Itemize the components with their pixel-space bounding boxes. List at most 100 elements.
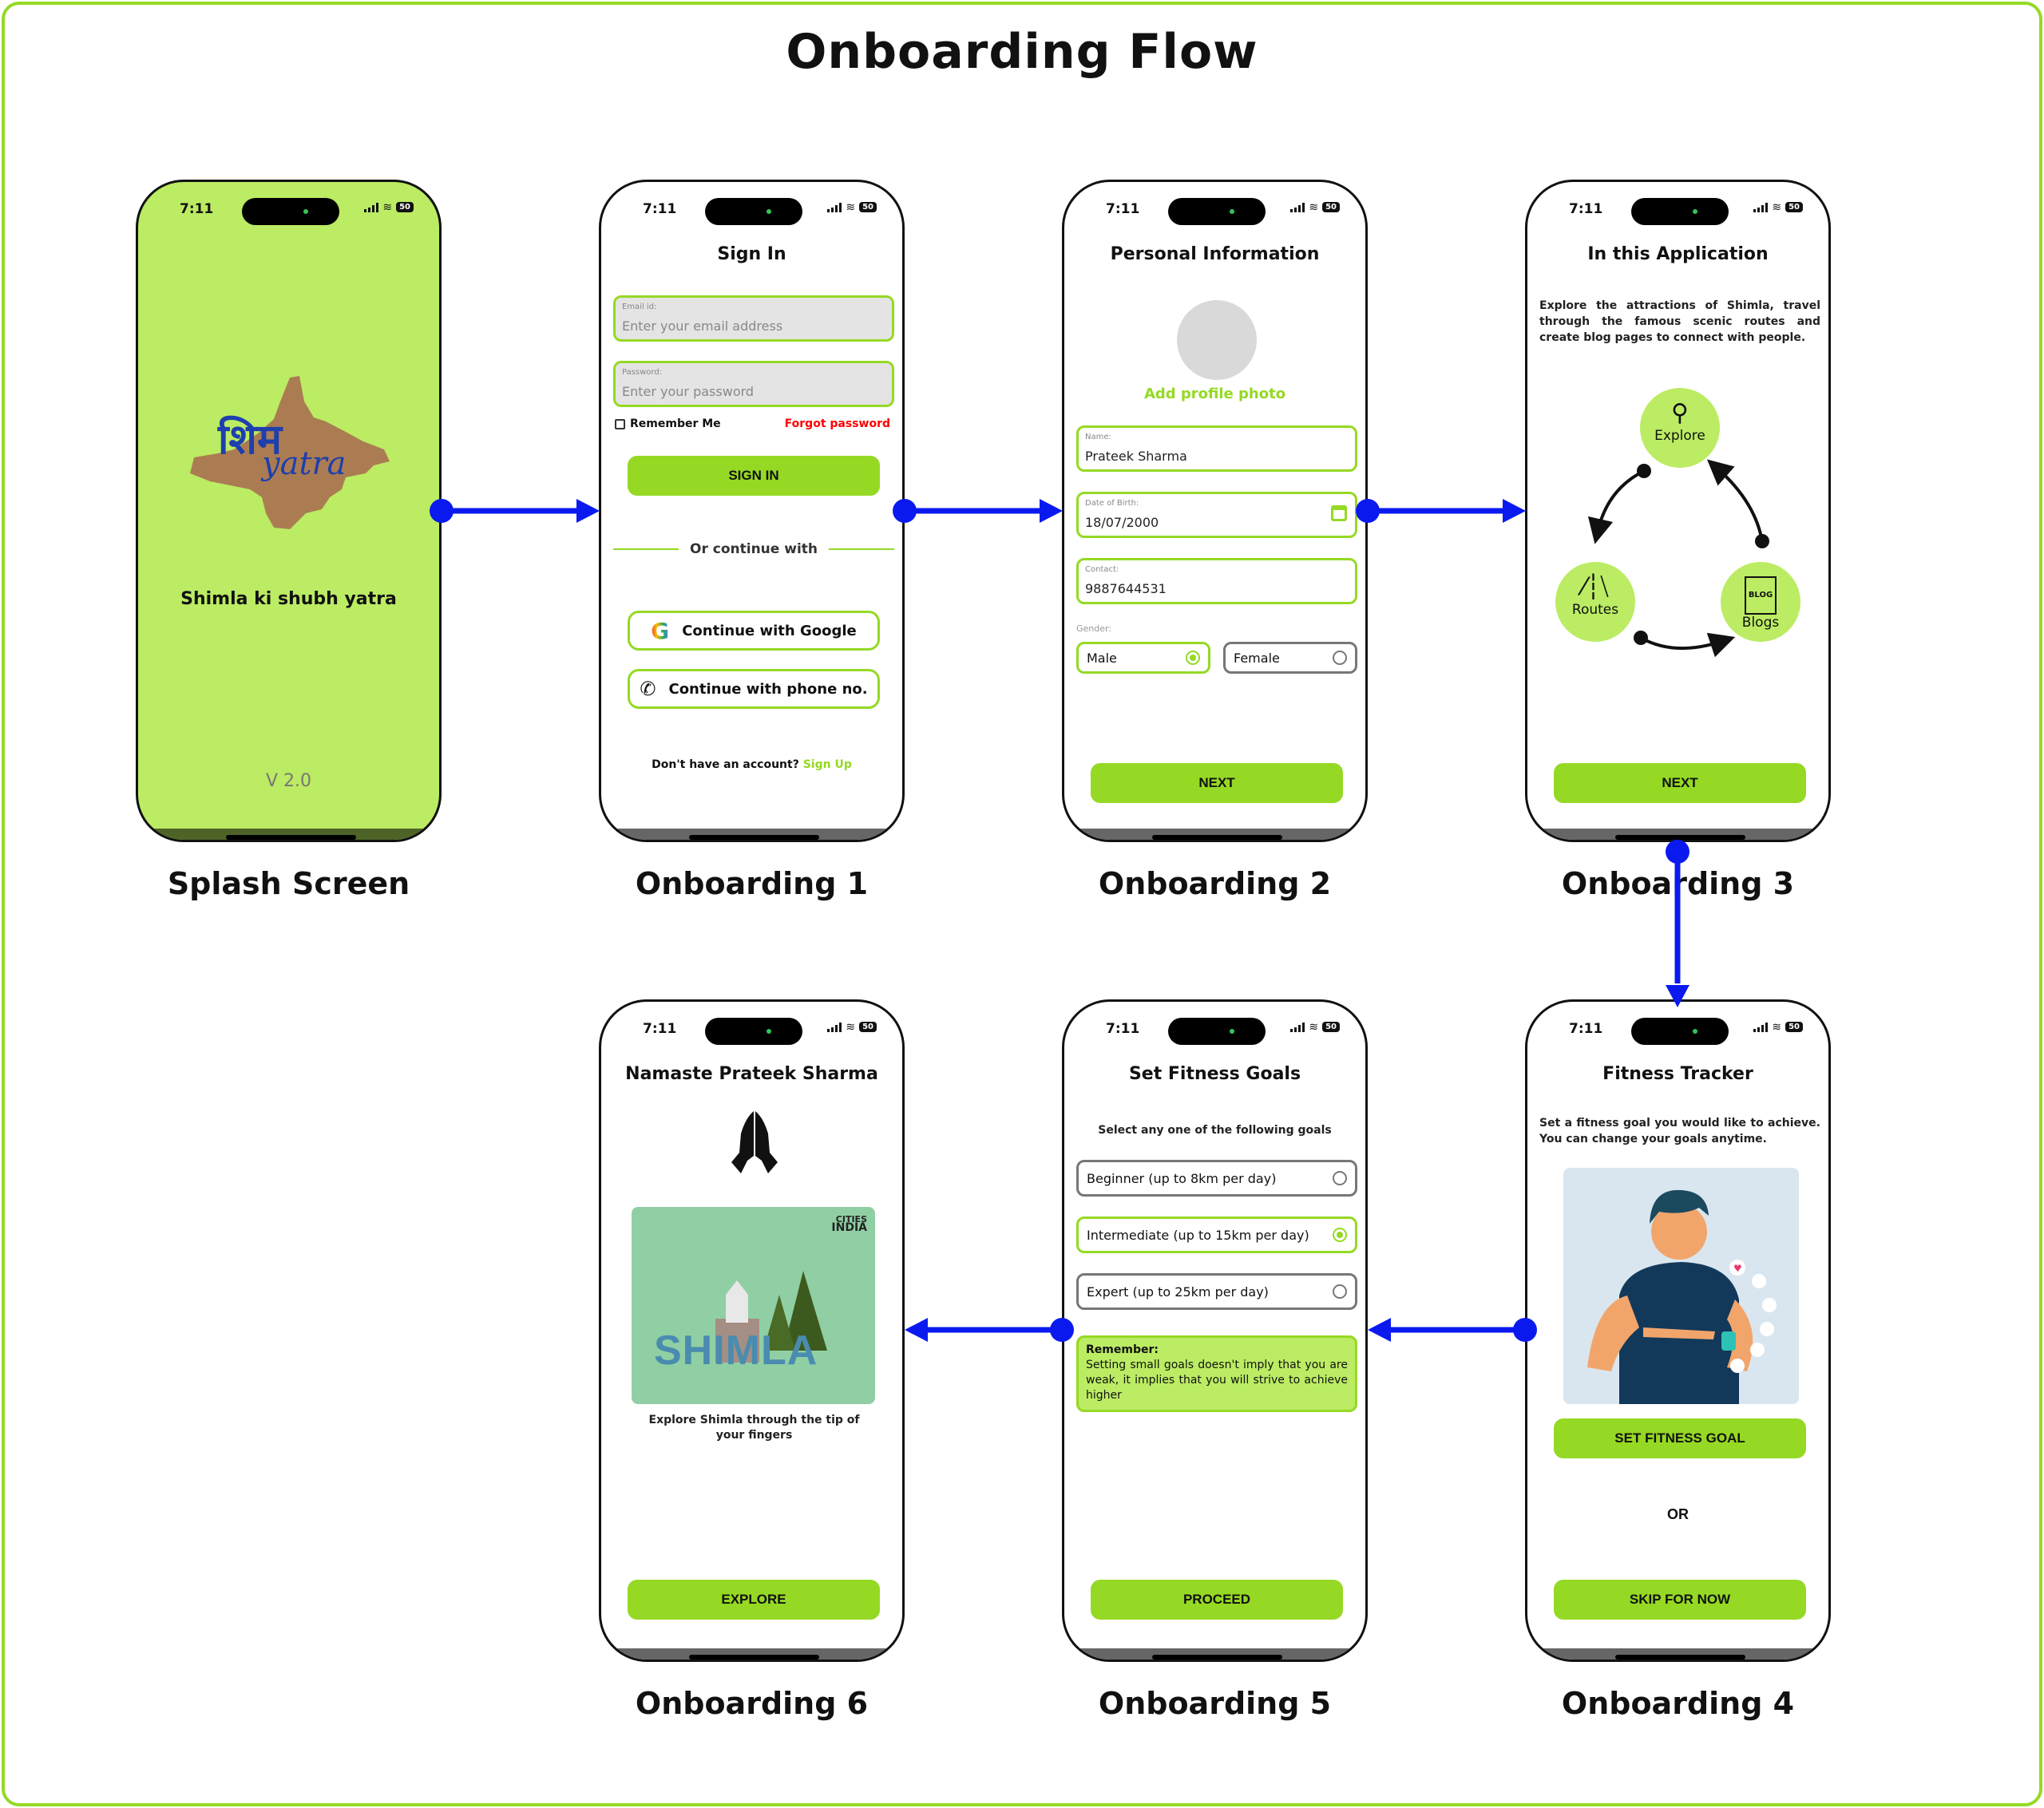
screen-title: Sign In: [717, 244, 786, 264]
goal-option-intermediate[interactable]: Intermediate (up to 15km per day): [1076, 1217, 1357, 1253]
battery-icon: 50: [1322, 202, 1340, 212]
feature-explore-label: Explore: [1654, 428, 1705, 444]
gender-option-female[interactable]: Female: [1223, 642, 1357, 674]
email-placeholder: Enter your email address: [622, 318, 783, 334]
remember-me-checkbox[interactable]: Remember Me: [615, 417, 721, 430]
remember-me-label: Remember Me: [630, 417, 721, 430]
explore-button[interactable]: EXPLORE: [628, 1580, 880, 1620]
google-icon: G: [651, 617, 670, 644]
dynamic-island: [1168, 198, 1266, 225]
label-onboarding-2: Onboarding 2: [1098, 866, 1332, 901]
phone-onboarding-4[interactable]: 7:11 ≋ 50 Fitness Tracker Set a fitness …: [1525, 999, 1831, 1662]
checkbox-icon: [615, 418, 625, 429]
app-logo: शिम yatra: [186, 370, 394, 537]
fitness-tracker-illustration: ♥: [1563, 1168, 1799, 1404]
contact-field[interactable]: Contact: 9887644531: [1076, 558, 1357, 604]
set-fitness-goal-button[interactable]: SET FITNESS GOAL: [1554, 1418, 1806, 1458]
email-field[interactable]: Email id: Enter your email address: [613, 295, 894, 342]
signal-icon: [364, 202, 379, 212]
status-time: 7:11: [1106, 201, 1140, 217]
status-time: 7:11: [1569, 1021, 1603, 1037]
logo-script-text: yatra: [262, 445, 347, 482]
phone-splash-screen[interactable]: 7:11 ≋ 50 शिम yatra Shimla ki shubh yatr…: [136, 180, 442, 842]
radio-selected-icon: [1186, 651, 1200, 665]
divider-line: [829, 548, 895, 550]
wifi-icon: ≋: [1309, 1020, 1319, 1034]
calendar-icon[interactable]: [1331, 505, 1347, 521]
sign-up-link[interactable]: Sign Up: [803, 758, 852, 771]
camera-dot: [303, 209, 308, 214]
skip-for-now-button[interactable]: SKIP FOR NOW: [1554, 1580, 1806, 1620]
phone-onboarding-2[interactable]: 7:11 ≋ 50 Personal Information Add profi…: [1062, 180, 1368, 842]
continue-with-phone-button[interactable]: ✆ Continue with phone no.: [628, 669, 880, 709]
profile-photo-avatar[interactable]: [1177, 300, 1257, 380]
next-button[interactable]: NEXT: [1554, 763, 1806, 803]
wifi-icon: ≋: [1309, 200, 1319, 214]
radio-selected-icon: [1333, 1228, 1347, 1242]
next-button[interactable]: NEXT: [1091, 763, 1343, 803]
signup-prompt: Don't have an account? Sign Up: [601, 758, 902, 771]
dynamic-island: [1631, 1018, 1729, 1045]
goal-option-expert[interactable]: Expert (up to 25km per day): [1076, 1273, 1357, 1310]
forgot-password-link[interactable]: Forgot password: [785, 417, 890, 430]
goal-option-beginner[interactable]: Beginner (up to 8km per day): [1076, 1160, 1357, 1197]
sign-in-button[interactable]: SIGN IN: [628, 456, 880, 496]
remember-text: Setting small goals doesn't imply that y…: [1086, 1359, 1348, 1402]
namaste-hands-icon: [731, 1111, 778, 1173]
no-account-text: Don't have an account?: [652, 758, 799, 771]
signal-icon: [827, 202, 842, 212]
dynamic-island: [705, 198, 802, 225]
or-continue-divider: Or continue with: [613, 541, 895, 557]
feature-routes-label: Routes: [1571, 602, 1619, 618]
gender-female-label: Female: [1234, 650, 1280, 666]
status-time: 7:11: [643, 1021, 677, 1037]
password-placeholder: Enter your password: [622, 384, 755, 399]
home-indicator: [138, 829, 439, 840]
shimla-banner-image: CITIES INDIA SHIMLA: [632, 1207, 875, 1404]
phone-button-label: Continue with phone no.: [668, 680, 868, 698]
phone-onboarding-3[interactable]: 7:11 ≋ 50 In this Application Explore th…: [1525, 180, 1831, 842]
date-of-birth-field[interactable]: Date of Birth: 18/07/2000: [1076, 492, 1357, 538]
remember-title: Remember:: [1086, 1343, 1159, 1356]
svg-text:♥: ♥: [1733, 1263, 1742, 1274]
home-indicator: [1064, 1648, 1365, 1660]
phone-onboarding-6[interactable]: 7:11 ≋ 50 Namaste Prateek Sharma CITIES …: [599, 999, 905, 1662]
blog-icon: BLOG: [1721, 573, 1800, 615]
home-indicator: [601, 1648, 902, 1660]
phone-onboarding-1[interactable]: 7:11 ≋ 50 Sign In Email id: Enter your e…: [599, 180, 905, 842]
label-onboarding-5: Onboarding 5: [1098, 1686, 1332, 1721]
status-time: 7:11: [180, 201, 214, 217]
dynamic-island: [242, 198, 339, 225]
wifi-icon: ≋: [382, 200, 393, 214]
dob-value: 18/07/2000: [1085, 515, 1159, 530]
contact-value: 9887644531: [1085, 581, 1167, 596]
label-onboarding-6: Onboarding 6: [635, 1686, 869, 1721]
signal-icon: [827, 1022, 842, 1032]
name-field[interactable]: Name: Prateek Sharma: [1076, 425, 1357, 472]
phone-onboarding-5[interactable]: 7:11 ≋ 50 Set Fitness Goals Select any o…: [1062, 999, 1368, 1662]
dynamic-island: [1168, 1018, 1266, 1045]
battery-icon: 50: [1785, 1022, 1803, 1032]
person-smartwatch-illustration: ♥: [1587, 1189, 1777, 1404]
home-indicator: [1064, 829, 1365, 840]
battery-icon: 50: [1322, 1022, 1340, 1032]
wifi-icon: ≋: [846, 1020, 856, 1034]
screen-title: Set Fitness Goals: [1128, 1064, 1301, 1084]
page-title: Onboarding Flow: [786, 24, 1258, 80]
dob-label: Date of Birth:: [1085, 499, 1139, 508]
screen-title: Namaste Prateek Sharma: [625, 1064, 878, 1084]
gender-option-male[interactable]: Male: [1076, 642, 1210, 674]
name-label: Name:: [1085, 433, 1111, 441]
add-profile-photo-link[interactable]: Add profile photo: [1064, 386, 1365, 402]
divider-text: Or continue with: [690, 541, 818, 557]
status-bar: 7:11 ≋ 50: [1064, 1016, 1365, 1048]
email-label: Email id:: [622, 303, 657, 311]
shimla-banner-text: SHIMLA: [654, 1327, 818, 1374]
radio-unselected-icon: [1333, 1284, 1347, 1299]
continue-with-google-button[interactable]: G Continue with Google: [628, 611, 880, 651]
proceed-button[interactable]: PROCEED: [1091, 1580, 1343, 1620]
dynamic-island: [705, 1018, 802, 1045]
welcome-caption: Explore Shimla through the tip of your f…: [648, 1414, 860, 1442]
status-bar: 7:11 ≋ 50: [1064, 196, 1365, 228]
password-field[interactable]: Password: Enter your password: [613, 361, 894, 407]
